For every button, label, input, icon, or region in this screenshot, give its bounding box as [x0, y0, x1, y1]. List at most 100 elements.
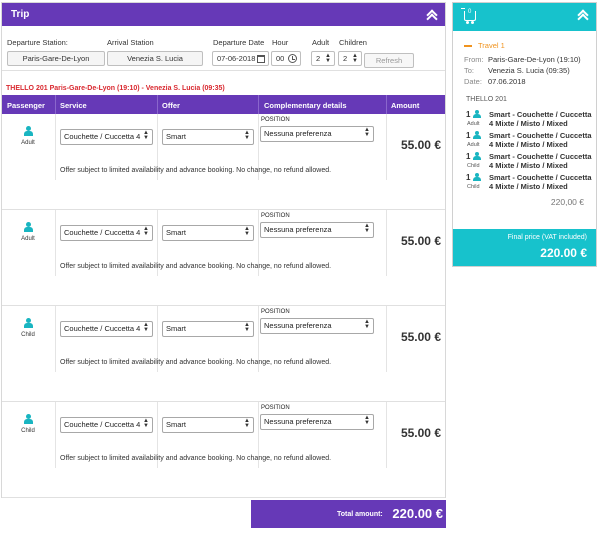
cart-item: 1 Child Smart - Couchette / Cuccetta 4 Mi… — [466, 152, 596, 174]
final-price-value: 220.00 € — [540, 246, 587, 260]
row-amount: 55.00 € — [400, 330, 441, 344]
offer-value: Smart — [166, 324, 187, 333]
table-row: Adult Couchette / Cuccetta 4 ▲ ▼ Smart ▲ ▼ P… — [2, 210, 445, 306]
person-icon — [473, 110, 482, 119]
departure-date-input[interactable]: 07-06-2018 — [212, 51, 269, 66]
cart-count-badge: 0 — [468, 9, 472, 15]
item-line-2: 4 Mixte / Misto / Mixed — [489, 182, 568, 191]
final-price-bar: Final price (VAT included) 220.00 € — [453, 229, 596, 266]
service-select[interactable]: Couchette / Cuccetta 4 ▲ ▼ — [60, 129, 153, 145]
offer-select[interactable]: Smart ▲ ▼ — [162, 225, 254, 241]
service-value: Couchette / Cuccetta 4 — [64, 420, 141, 429]
collapse-chevron-icon[interactable] — [578, 10, 588, 20]
item-line-1: Smart - Couchette / Cuccetta — [489, 173, 592, 182]
person-icon — [473, 173, 482, 182]
offer-value: Smart — [166, 228, 187, 237]
item-passenger-type: Child — [467, 163, 480, 169]
service-select[interactable]: Couchette / Cuccetta 4 ▲ ▼ — [60, 225, 153, 241]
calendar-icon[interactable] — [257, 55, 265, 63]
position-value: Nessuna preferenza — [264, 417, 332, 426]
departure-label: Departure Station: — [7, 38, 68, 47]
arrival-label: Arrival Station — [107, 38, 154, 47]
service-select[interactable]: Couchette / Cuccetta 4 ▲ ▼ — [60, 321, 153, 337]
trip-panel: Trip Departure Station: Paris-Gare-De-Ly… — [1, 2, 446, 498]
search-bar: Departure Station: Paris-Gare-De-Lyon Ar… — [2, 26, 445, 71]
service-value: Couchette / Cuccetta 4 — [64, 228, 141, 237]
offer-notice: Offer subject to limited availability an… — [60, 455, 332, 462]
position-select[interactable]: Nessuna preferenza ▲ ▼ — [260, 318, 374, 334]
cart-date: Date: 07.06.2018 — [464, 77, 526, 86]
item-quantity: 1 — [466, 110, 471, 119]
children-count-value: 2 — [343, 54, 348, 63]
cart-item: 1 Adult Smart - Couchette / Cuccetta 4 Mi… — [466, 131, 596, 153]
passenger-type: Adult — [21, 236, 35, 242]
offer-notice: Offer subject to limited availability an… — [60, 263, 332, 270]
offer-select[interactable]: Smart ▲ ▼ — [162, 417, 254, 433]
table-header: Passenger Service Offer Complementary de… — [2, 95, 445, 114]
adult-label: Adult — [312, 38, 330, 47]
offer-value: Smart — [166, 132, 187, 141]
person-icon — [23, 414, 33, 425]
item-passenger-type: Child — [467, 184, 480, 190]
offer-notice: Offer subject to limited availability an… — [60, 167, 332, 174]
select-arrows-icon: ▲ ▼ — [244, 418, 250, 429]
final-price-label: Final price (VAT included) — [507, 234, 587, 241]
person-icon — [23, 222, 33, 233]
select-arrows-icon: ▲ ▼ — [143, 418, 149, 429]
passenger-type: Child — [21, 332, 35, 338]
column-header-service: Service — [60, 101, 87, 110]
position-select[interactable]: Nessuna preferenza ▲ ▼ — [260, 414, 374, 430]
column-header-details: Complementary details — [264, 101, 347, 110]
item-line-1: Smart - Couchette / Cuccetta — [489, 110, 592, 119]
select-arrows-icon: ▲ ▼ — [143, 322, 149, 333]
clock-icon[interactable] — [288, 54, 297, 63]
date-label: Departure Date — [213, 38, 265, 47]
select-arrows-icon: ▲ ▼ — [244, 226, 250, 237]
person-icon — [473, 131, 482, 140]
row-amount: 55.00 € — [400, 138, 441, 152]
children-label: Children — [339, 38, 367, 47]
hour-input[interactable]: 00 — [271, 51, 301, 66]
passenger-type: Adult — [21, 140, 35, 146]
arrival-station-input[interactable]: Venezia S. Lucia — [107, 51, 203, 66]
from-label: From: — [464, 55, 484, 64]
offer-select[interactable]: Smart ▲ ▼ — [162, 321, 254, 337]
refresh-button[interactable]: Refresh — [364, 53, 414, 68]
column-header-amount: Amount — [391, 101, 420, 110]
position-label: POSITION — [261, 213, 290, 219]
departure-station-input[interactable]: Paris-Gare-De-Lyon — [7, 51, 105, 66]
service-value: Couchette / Cuccetta 4 — [64, 324, 141, 333]
person-icon — [23, 318, 33, 329]
children-count-select[interactable]: 2 ▲ ▼ — [338, 51, 362, 66]
service-select[interactable]: Couchette / Cuccetta 4 ▲ ▼ — [60, 417, 153, 433]
select-arrows-icon: ▲ ▼ — [143, 226, 149, 237]
item-description: Smart - Couchette / Cuccetta 4 Mixte / Mi… — [489, 152, 594, 170]
item-quantity: 1 — [466, 173, 471, 182]
train-name: THELLO 201 — [466, 96, 507, 103]
item-passenger-type: Adult — [467, 142, 480, 148]
column-header-passenger: Passenger — [7, 101, 45, 110]
adult-count-select[interactable]: 2 ▲ ▼ — [311, 51, 335, 66]
collapse-chevron-icon[interactable] — [427, 10, 437, 20]
cart-header: 0 — [453, 3, 596, 31]
item-description: Smart - Couchette / Cuccetta 4 Mixte / Mi… — [489, 131, 594, 149]
position-value: Nessuna preferenza — [264, 129, 332, 138]
adult-count-value: 2 — [316, 54, 321, 63]
item-line-1: Smart - Couchette / Cuccetta — [489, 131, 592, 140]
trip-header: Trip — [2, 3, 445, 26]
position-value: Nessuna preferenza — [264, 321, 332, 330]
position-select[interactable]: Nessuna preferenza ▲ ▼ — [260, 222, 374, 238]
date-value: 07-06-2018 — [217, 54, 256, 63]
arrow-icon — [464, 45, 472, 48]
travel-title[interactable]: Travel 1 — [464, 41, 505, 50]
position-value: Nessuna preferenza — [264, 225, 332, 234]
select-arrows-icon: ▲ ▼ — [364, 127, 370, 138]
cart-item: 1 Adult Smart - Couchette / Cuccetta 4 Mi… — [466, 110, 596, 132]
spinner-icon: ▲ ▼ — [325, 53, 331, 64]
total-value: 220.00 € — [392, 506, 443, 521]
offer-select[interactable]: Smart ▲ ▼ — [162, 129, 254, 145]
item-quantity: 1 — [466, 152, 471, 161]
position-select[interactable]: Nessuna preferenza ▲ ▼ — [260, 126, 374, 142]
select-arrows-icon: ▲ ▼ — [143, 130, 149, 141]
date-label: Date: — [464, 77, 482, 86]
